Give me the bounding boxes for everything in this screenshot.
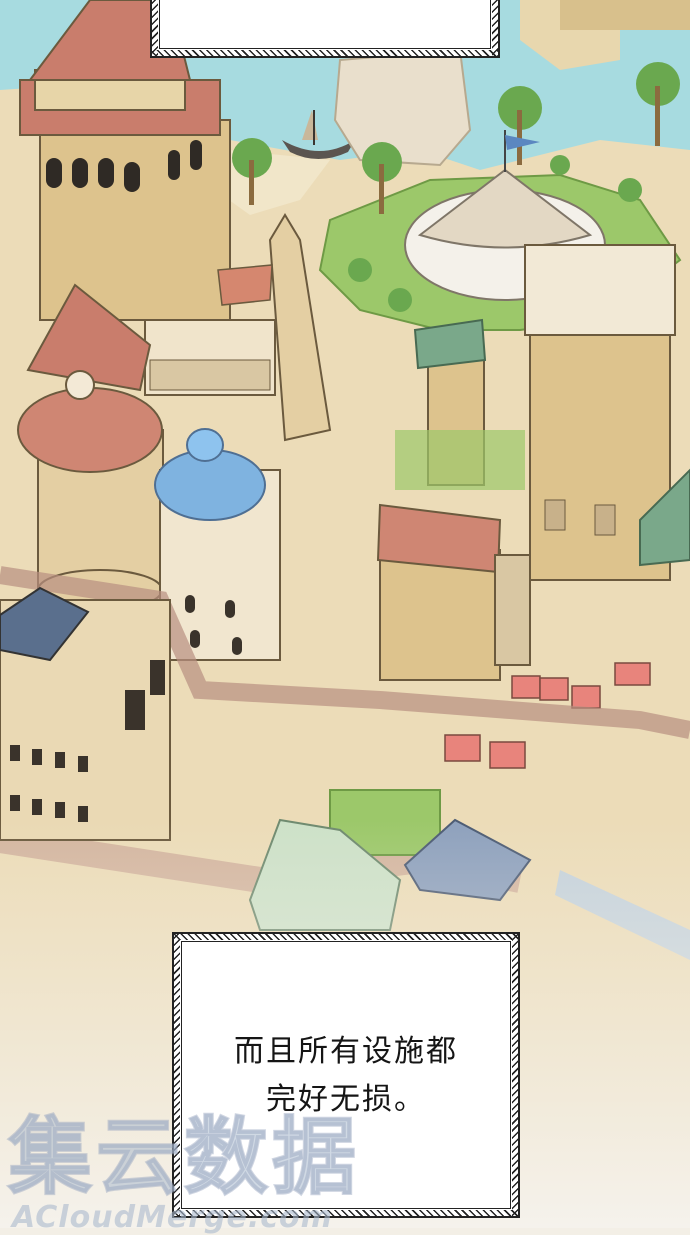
rock-cliff	[333, 48, 472, 167]
watermark-en: ACloudMerge.com	[12, 1200, 333, 1235]
caption-line-2: 完好无损。	[266, 1082, 426, 1117]
caption-text: 而且所有设施都 完好无损。	[172, 1028, 520, 1124]
caption-box-top	[150, 0, 500, 58]
bottom-left-building	[0, 586, 171, 841]
caption-line-1: 而且所有设施都	[234, 1034, 458, 1069]
